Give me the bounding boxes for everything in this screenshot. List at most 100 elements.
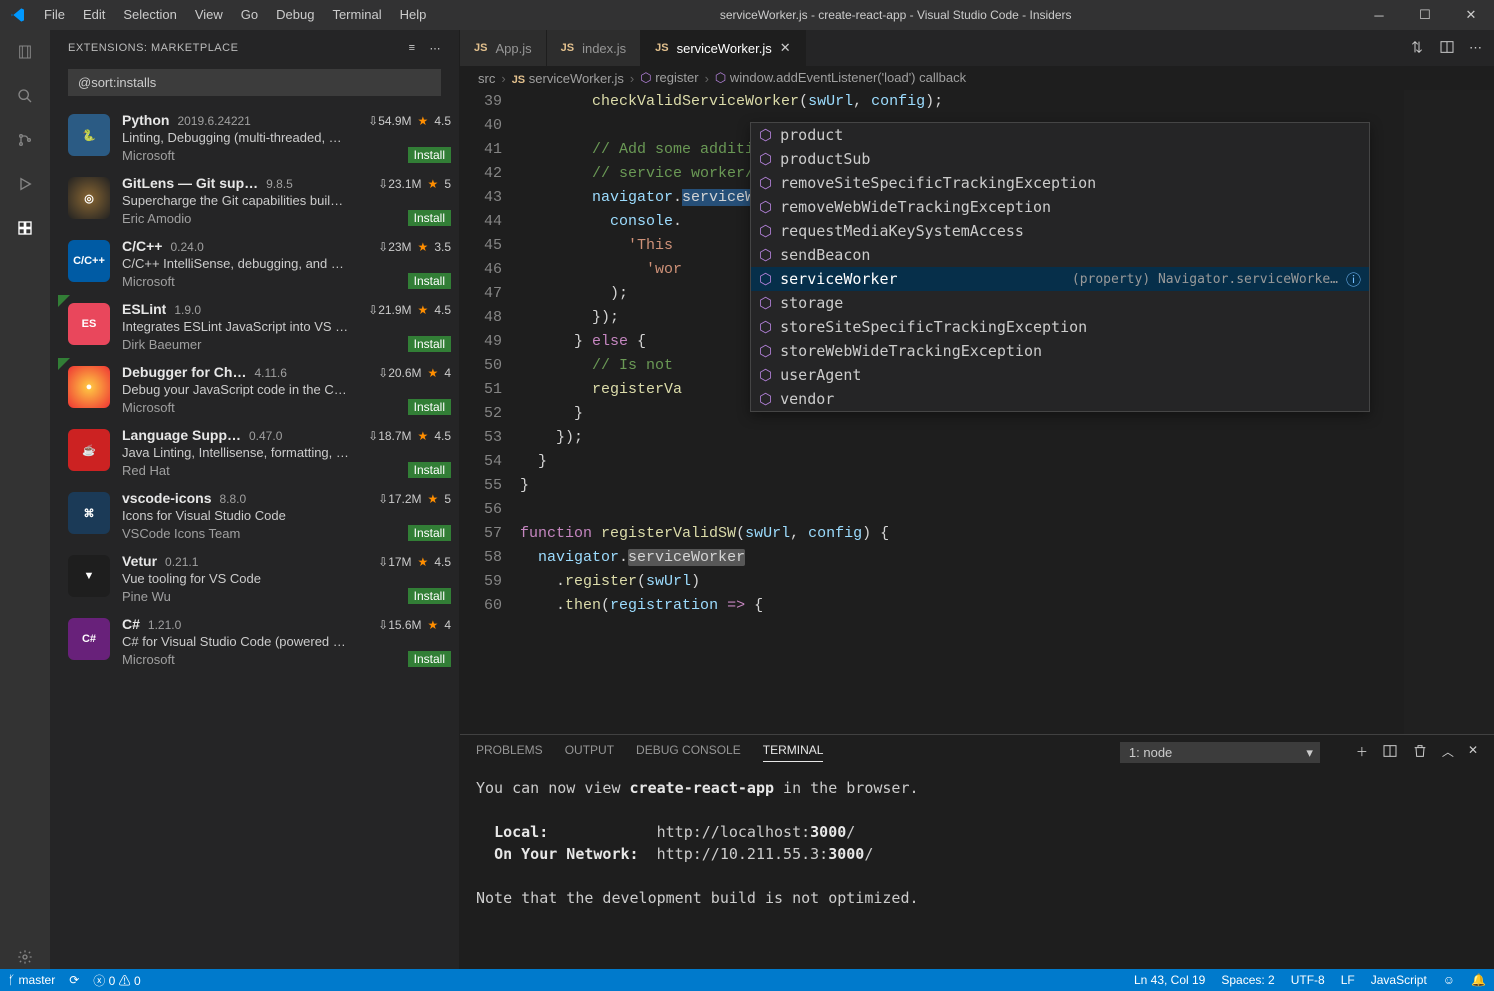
menu-edit[interactable]: Edit bbox=[74, 0, 114, 30]
new-terminal-icon[interactable]: ＋ bbox=[1356, 743, 1368, 762]
editor-tab[interactable]: JSserviceWorker.js✕ bbox=[641, 30, 806, 66]
breadcrumb[interactable]: src›JS serviceWorker.js›⬡ register›⬡ win… bbox=[460, 66, 1494, 90]
settings-gear-icon[interactable] bbox=[13, 945, 37, 969]
menu-debug[interactable]: Debug bbox=[267, 0, 323, 30]
install-button[interactable]: Install bbox=[408, 588, 451, 604]
info-icon[interactable]: ⓘ bbox=[1346, 269, 1361, 290]
extension-search-input[interactable] bbox=[68, 69, 441, 96]
code-content[interactable]: .register(swUrl) bbox=[520, 570, 1494, 594]
extension-publisher: Microsoft bbox=[122, 148, 175, 163]
breadcrumb-item[interactable]: ⬡ window.addEventListener('load') callba… bbox=[715, 70, 966, 86]
split-editor-icon[interactable] bbox=[1439, 39, 1455, 58]
extension-item[interactable]: C/C++C/C++0.24.0⇩23M ★ 3.5C/C++ IntelliS… bbox=[50, 232, 459, 295]
suggestion-item[interactable]: ⬡userAgent bbox=[751, 363, 1369, 387]
suggestion-item[interactable]: ⬡removeWebWideTrackingException bbox=[751, 195, 1369, 219]
editor-tab[interactable]: JSindex.js bbox=[547, 30, 642, 66]
extensions-icon[interactable] bbox=[13, 216, 37, 240]
code-content[interactable]: .then(registration => { bbox=[520, 594, 1494, 618]
install-button[interactable]: Install bbox=[408, 651, 451, 667]
code-editor[interactable]: 39 checkValidServiceWorker(swUrl, config… bbox=[460, 90, 1494, 734]
intellisense-suggest-widget[interactable]: ⬡product⬡productSub⬡removeSiteSpecificTr… bbox=[750, 122, 1370, 412]
extension-version: 0.24.0 bbox=[170, 240, 203, 254]
explorer-icon[interactable] bbox=[13, 40, 37, 64]
suggestion-kind-icon: ⬡ bbox=[759, 366, 772, 384]
kill-terminal-icon[interactable] bbox=[1412, 743, 1428, 762]
breadcrumb-item[interactable]: ⬡ register bbox=[640, 70, 698, 86]
extension-item[interactable]: ▼Vetur0.21.1⇩17M ★ 4.5Vue tooling for VS… bbox=[50, 547, 459, 610]
status-feedback-icon[interactable]: ☺ bbox=[1443, 973, 1455, 987]
code-content[interactable]: checkValidServiceWorker(swUrl, config); bbox=[520, 90, 1494, 114]
extension-item[interactable]: 🐍Python2019.6.24221⇩54.9M ★ 4.5Linting, … bbox=[50, 106, 459, 169]
terminal-selector-dropdown[interactable]: 1: node bbox=[1120, 742, 1320, 763]
extension-item[interactable]: ESESLint1.9.0⇩21.9M ★ 4.5Integrates ESLi… bbox=[50, 295, 459, 358]
suggestion-item[interactable]: ⬡productSub bbox=[751, 147, 1369, 171]
close-tab-icon[interactable]: ✕ bbox=[780, 40, 791, 56]
extension-item[interactable]: ◎GitLens — Git sup…9.8.5⇩23.1M ★ 5Superc… bbox=[50, 169, 459, 232]
install-button[interactable]: Install bbox=[408, 210, 451, 226]
sidebar-more-icon[interactable]: ⋯ bbox=[430, 42, 442, 55]
suggestion-item[interactable]: ⬡removeSiteSpecificTrackingException bbox=[751, 171, 1369, 195]
suggestion-item[interactable]: ⬡sendBeacon bbox=[751, 243, 1369, 267]
install-button[interactable]: Install bbox=[408, 525, 451, 541]
extension-list[interactable]: 🐍Python2019.6.24221⇩54.9M ★ 4.5Linting, … bbox=[50, 106, 459, 969]
status-errors[interactable]: ⓧ 0 ⚠ 0 bbox=[93, 972, 140, 989]
code-content[interactable]: } bbox=[520, 450, 1494, 474]
breadcrumb-item[interactable]: JS serviceWorker.js bbox=[512, 71, 624, 86]
maximize-panel-icon[interactable]: ︿ bbox=[1442, 743, 1454, 762]
menu-selection[interactable]: Selection bbox=[114, 0, 185, 30]
status-indent[interactable]: Spaces: 2 bbox=[1221, 973, 1274, 987]
suggestion-item[interactable]: ⬡requestMediaKeySystemAccess bbox=[751, 219, 1369, 243]
window-maximize-button[interactable]: ☐ bbox=[1402, 0, 1448, 30]
menu-terminal[interactable]: Terminal bbox=[323, 0, 390, 30]
window-close-button[interactable]: ✕ bbox=[1448, 0, 1494, 30]
menu-view[interactable]: View bbox=[186, 0, 232, 30]
suggestion-item[interactable]: ⬡product bbox=[751, 123, 1369, 147]
code-content[interactable]: navigator.serviceWorker bbox=[520, 546, 1494, 570]
window-minimize-button[interactable]: ─ bbox=[1356, 0, 1402, 30]
debug-icon[interactable] bbox=[13, 172, 37, 196]
install-button[interactable]: Install bbox=[408, 399, 451, 415]
code-content[interactable]: } bbox=[520, 474, 1494, 498]
menu-go[interactable]: Go bbox=[232, 0, 267, 30]
suggestion-item[interactable]: ⬡storage bbox=[751, 291, 1369, 315]
install-button[interactable]: Install bbox=[408, 273, 451, 289]
suggestion-item[interactable]: ⬡storeWebWideTrackingException bbox=[751, 339, 1369, 363]
status-eol[interactable]: LF bbox=[1341, 973, 1355, 987]
install-button[interactable]: Install bbox=[408, 336, 451, 352]
code-content[interactable]: function registerValidSW(swUrl, config) … bbox=[520, 522, 1494, 546]
install-button[interactable]: Install bbox=[408, 147, 451, 163]
suggestion-item[interactable]: ⬡vendor bbox=[751, 387, 1369, 411]
terminal-output[interactable]: You can now view create-react-app in the… bbox=[460, 769, 1494, 969]
menu-file[interactable]: File bbox=[35, 0, 74, 30]
status-notifications-icon[interactable]: 🔔 bbox=[1471, 973, 1486, 987]
compare-icon[interactable] bbox=[1409, 39, 1425, 58]
editor-tab[interactable]: JSApp.js bbox=[460, 30, 547, 66]
editor-more-icon[interactable]: ⋯ bbox=[1469, 40, 1482, 56]
panel-tab-output[interactable]: OUTPUT bbox=[565, 743, 614, 761]
menu-help[interactable]: Help bbox=[391, 0, 436, 30]
extension-item[interactable]: C#C#1.21.0⇩15.6M ★ 4C# for Visual Studio… bbox=[50, 610, 459, 673]
panel: PROBLEMS OUTPUT DEBUG CONSOLE TERMINAL 1: n… bbox=[460, 734, 1494, 969]
close-panel-icon[interactable]: ✕ bbox=[1468, 743, 1478, 762]
panel-tab-debug-console[interactable]: DEBUG CONSOLE bbox=[636, 743, 741, 761]
source-control-icon[interactable] bbox=[13, 128, 37, 152]
extension-item[interactable]: ☕Language Supp…0.47.0⇩18.7M ★ 4.5Java Li… bbox=[50, 421, 459, 484]
install-button[interactable]: Install bbox=[408, 462, 451, 478]
breadcrumb-item[interactable]: src bbox=[478, 71, 495, 86]
extension-item[interactable]: ●Debugger for Ch…4.11.6⇩20.6M ★ 4Debug y… bbox=[50, 358, 459, 421]
search-icon[interactable] bbox=[13, 84, 37, 108]
panel-tab-terminal[interactable]: TERMINAL bbox=[763, 743, 824, 762]
code-content[interactable]: }); bbox=[520, 426, 1494, 450]
panel-tab-problems[interactable]: PROBLEMS bbox=[476, 743, 543, 761]
extension-item[interactable]: ⌘vscode-icons8.8.0⇩17.2M ★ 5Icons for Vi… bbox=[50, 484, 459, 547]
status-sync-icon[interactable]: ⟳ bbox=[69, 973, 79, 987]
code-content[interactable] bbox=[520, 498, 1494, 522]
status-branch[interactable]: ᚶ master bbox=[8, 973, 55, 987]
sidebar-filter-icon[interactable]: ≡ bbox=[409, 42, 416, 55]
status-language[interactable]: JavaScript bbox=[1371, 973, 1427, 987]
split-terminal-icon[interactable] bbox=[1382, 743, 1398, 762]
suggestion-item[interactable]: ⬡storeSiteSpecificTrackingException bbox=[751, 315, 1369, 339]
suggestion-item[interactable]: ⬡serviceWorker(property) Navigator.servi… bbox=[751, 267, 1369, 291]
status-cursor[interactable]: Ln 43, Col 19 bbox=[1134, 973, 1205, 987]
status-encoding[interactable]: UTF-8 bbox=[1291, 973, 1325, 987]
